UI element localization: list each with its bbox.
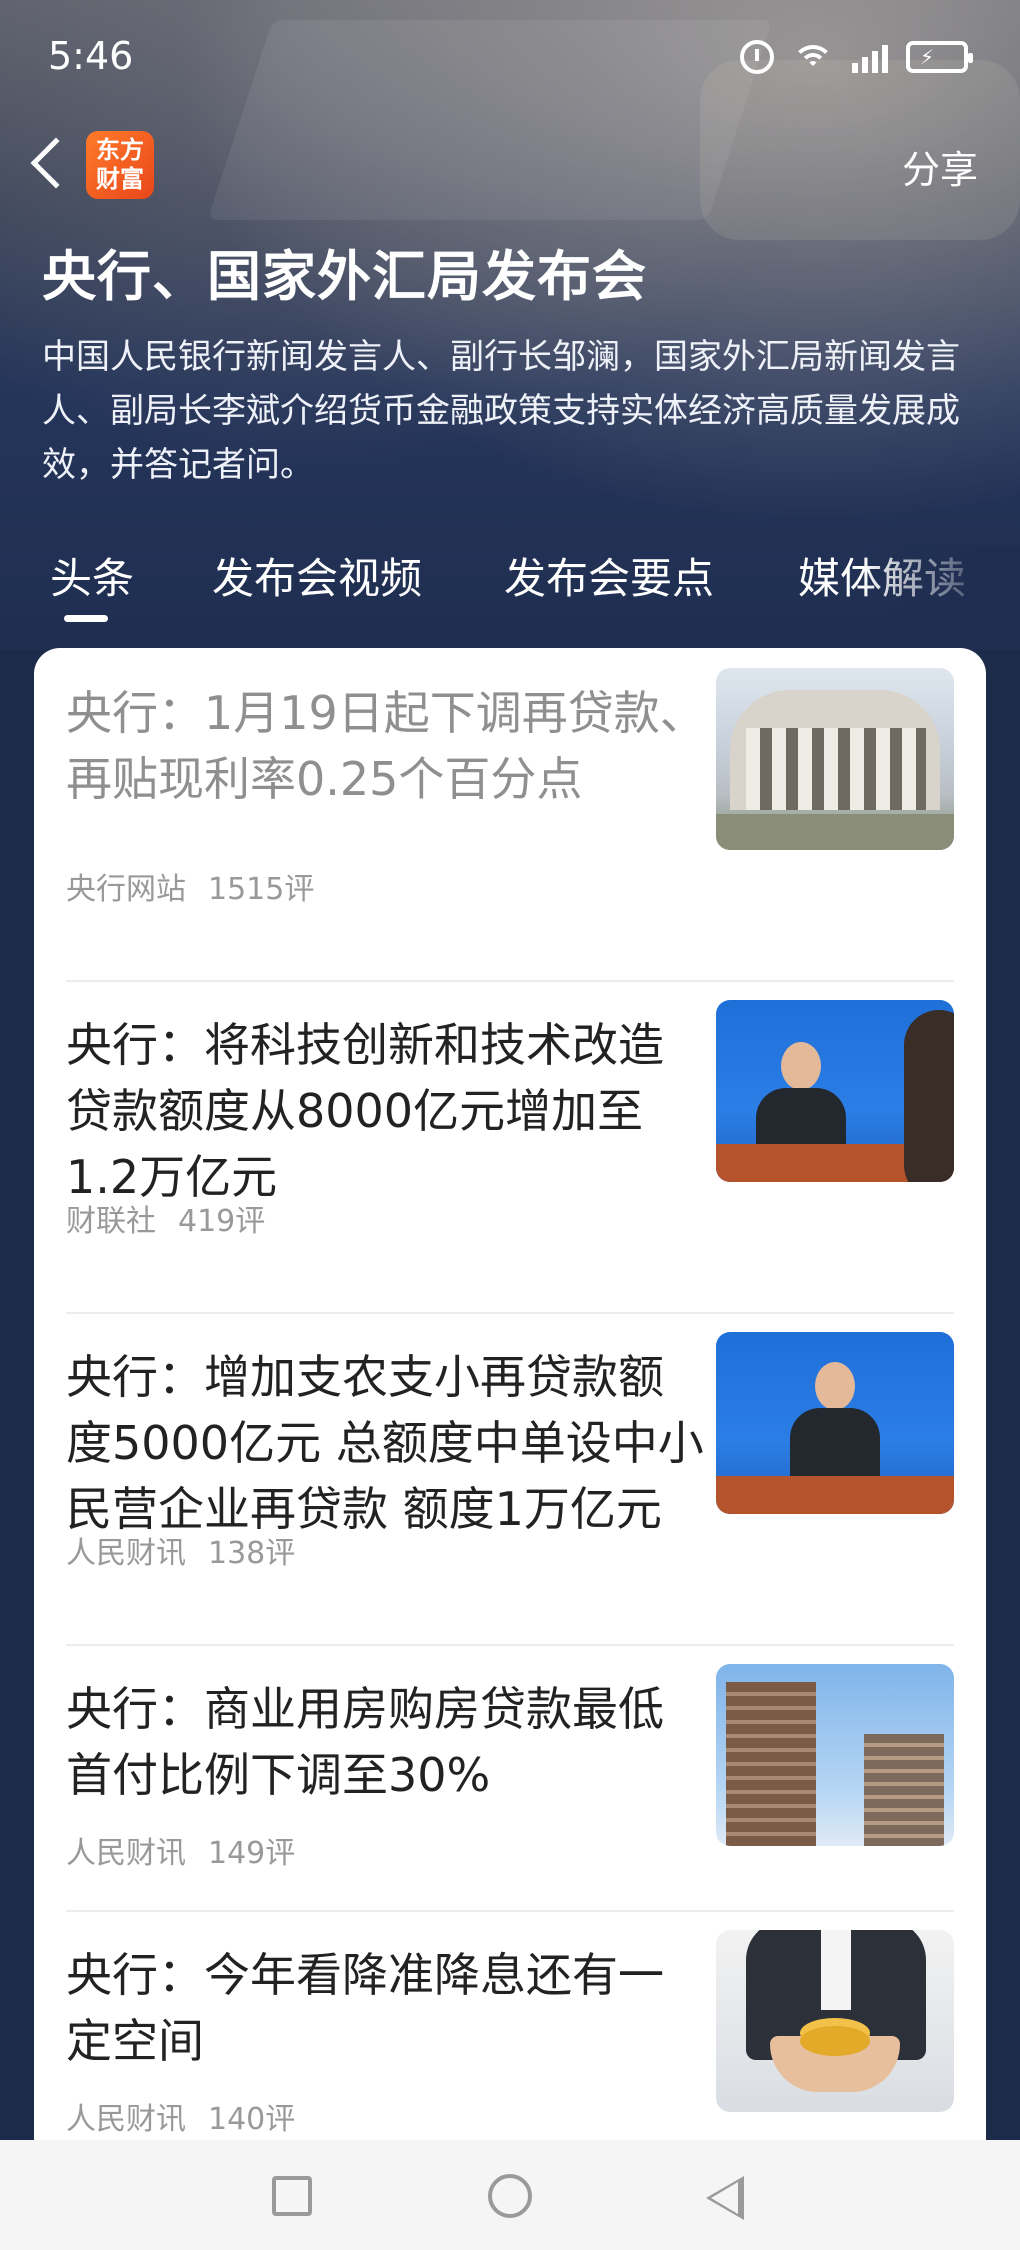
tab-headlines[interactable]: 头条 [50,545,134,606]
news-source: 央行网站 [66,872,186,907]
news-title: 央行：将科技创新和技术改造贷款额度从8000亿元增加至1.2万亿元 [66,1018,664,1204]
news-thumbnail-image [716,1000,954,1182]
active-tab-indicator [64,615,108,622]
back-icon[interactable] [30,137,82,189]
home-icon[interactable] [488,2174,532,2218]
news-item[interactable]: 央行：1月19日起下调再贷款、再贴现利率0.25个百分点 央行网站 1515评 [66,668,954,920]
news-comments: 149评 [208,1836,296,1871]
news-thumbnail-image [716,1664,954,1846]
logo-line2: 财富 [96,165,144,193]
news-meta: 人民财讯 138评 [66,1528,295,1572]
recent-apps-icon[interactable] [272,2176,312,2216]
news-comments: 419评 [178,1204,266,1239]
news-thumbnail-image [716,1930,954,2112]
share-button[interactable]: 分享 [902,139,978,194]
signal-icon [852,41,888,73]
news-meta: 财联社 419评 [66,1196,265,1240]
news-source: 人民财讯 [66,1836,186,1871]
tab-videos[interactable]: 发布会视频 [212,545,422,606]
divider [66,1910,954,1912]
divider [66,1312,954,1314]
news-thumbnail-image [716,668,954,850]
system-back-icon[interactable] [706,2176,744,2220]
news-comments: 1515评 [208,872,315,907]
news-item[interactable]: 央行：今年看降准降息还有一定空间 人民财讯 140评 [66,1930,954,2142]
top-navigation: 东方 财富 分享 [0,125,1020,205]
news-title: 央行：商业用房购房贷款最低首付比例下调至30% [66,1682,664,1802]
status-time: 5:46 [48,34,134,78]
news-thumbnail-image [716,1332,954,1514]
app-logo[interactable]: 东方 财富 [86,131,154,199]
alarm-icon [740,40,774,74]
news-title: 央行：1月19日起下调再贷款、再贴现利率0.25个百分点 [66,686,706,806]
news-title: 央行：今年看降准降息还有一定空间 [66,1948,664,2068]
news-meta: 央行网站 1515评 [66,864,314,908]
news-item[interactable]: 央行：将科技创新和技术改造贷款额度从8000亿元增加至1.2万亿元 财联社 419… [66,1000,954,1252]
news-item[interactable]: 央行：商业用房购房贷款最低首付比例下调至30% 人民财讯 149评 [66,1664,954,1876]
news-meta: 人民财讯 149评 [66,1828,295,1872]
news-comments: 140评 [208,2102,296,2137]
news-item[interactable]: 央行：增加支农支小再贷款额度5000亿元 总额度中单设中小民营企业再贷款 额度1… [66,1332,954,1584]
battery-charging-icon: ⚡ [906,41,973,73]
news-list: 央行：1月19日起下调再贷款、再贴现利率0.25个百分点 央行网站 1515评 央… [34,648,986,2148]
topic-tabs: 头条 发布会视频 发布会要点 媒体解读 [0,545,1020,625]
divider [66,980,954,982]
divider [66,1644,954,1646]
status-bar: 5:46 ⚡ [0,0,1020,118]
wifi-icon [792,41,834,73]
news-source: 人民财讯 [66,1536,186,1571]
system-navigation-bar [0,2140,1020,2250]
page-title: 央行、国家外汇局发布会 [42,245,647,308]
news-comments: 138评 [208,1536,296,1571]
news-source: 财联社 [66,1204,156,1239]
tab-key-points[interactable]: 发布会要点 [504,545,714,606]
news-source: 人民财讯 [66,2102,186,2137]
news-meta: 人民财讯 140评 [66,2094,295,2138]
page-description: 中国人民银行新闻发言人、副行长邹澜，国家外汇局新闻发言人、副局长李斌介绍货币金融… [42,337,960,485]
news-title: 央行：增加支农支小再贷款额度5000亿元 总额度中单设中小民营企业再贷款 额度1… [66,1350,704,1536]
logo-line1: 东方 [96,136,144,164]
